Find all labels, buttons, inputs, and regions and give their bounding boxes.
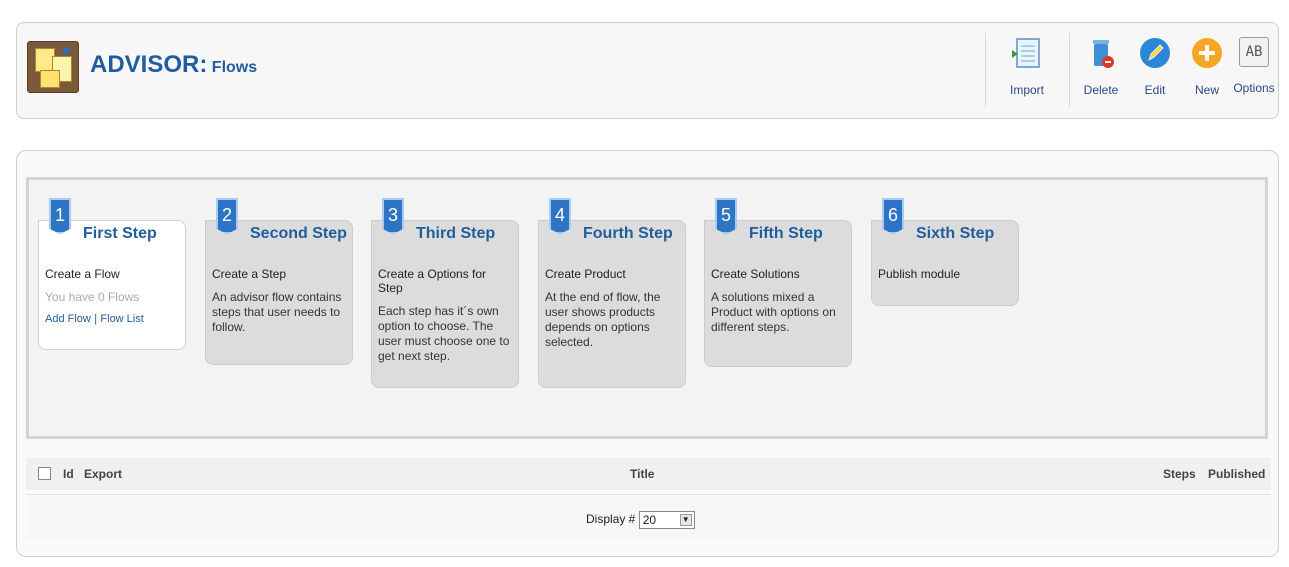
options-icon: AB bbox=[1239, 37, 1269, 67]
options-label: Options bbox=[1233, 81, 1275, 95]
step-number-badge: 5 bbox=[715, 198, 737, 234]
pagination-footer: Display # 20 ▼ bbox=[26, 494, 1271, 541]
import-button[interactable]: Import bbox=[1002, 37, 1052, 107]
step-number-badge: 2 bbox=[216, 198, 238, 234]
select-all-checkbox[interactable] bbox=[38, 467, 51, 480]
flow-list-link[interactable]: Flow List bbox=[100, 313, 143, 325]
step-title: Fifth Step bbox=[749, 225, 823, 242]
step-title: Sixth Step bbox=[916, 225, 995, 242]
step-title: Second Step bbox=[250, 225, 347, 242]
step-card-5: 5 Fifth Step Create Solutions A solution… bbox=[704, 198, 852, 367]
step-number-badge: 1 bbox=[49, 198, 71, 234]
step-card-2: 2 Second Step Create a Step An advisor f… bbox=[205, 198, 353, 365]
toolbar-separator bbox=[985, 33, 986, 107]
options-button[interactable]: AB Options bbox=[1229, 37, 1279, 107]
new-label: New bbox=[1194, 83, 1219, 97]
step-card-4: 4 Fourth Step Create Product At the end … bbox=[538, 198, 686, 388]
edit-button[interactable]: Edit bbox=[1130, 37, 1180, 107]
delete-button[interactable]: Delete bbox=[1076, 37, 1126, 107]
step-title: Third Step bbox=[416, 225, 496, 242]
step-subtitle: Create a Step bbox=[212, 267, 287, 281]
step-description: Each step has it´s own option to choose.… bbox=[378, 304, 510, 363]
page-title: ADVISOR: Flows bbox=[90, 51, 257, 79]
step-subtitle: Create Solutions bbox=[711, 267, 800, 281]
step-title: First Step bbox=[83, 225, 157, 242]
display-label: Display # bbox=[586, 512, 636, 527]
edit-label: Edit bbox=[1144, 83, 1166, 97]
import-icon bbox=[1012, 38, 1040, 68]
step-title: Fourth Step bbox=[583, 225, 673, 242]
display-count-select[interactable]: 20 ▼ bbox=[638, 511, 695, 529]
new-button[interactable]: New bbox=[1182, 37, 1232, 107]
step-card-1: 1 First Step Create a Flow You have 0 Fl… bbox=[38, 198, 186, 350]
flow-count-text: You have 0 Flows bbox=[45, 290, 140, 304]
advisor-logo-icon bbox=[27, 41, 79, 93]
step-number-badge: 3 bbox=[382, 198, 404, 234]
add-flow-link[interactable]: Add Flow bbox=[45, 313, 91, 325]
column-steps[interactable]: Steps bbox=[1163, 467, 1196, 481]
trash-icon bbox=[1093, 40, 1114, 68]
column-export[interactable]: Export bbox=[84, 467, 122, 481]
step-subtitle: Create Product bbox=[545, 267, 626, 281]
column-title[interactable]: Title bbox=[630, 467, 654, 481]
table-header: Id Export Title Steps Published bbox=[26, 458, 1271, 490]
toolbar-header: ADVISOR: Flows Import Delete Edit New AB… bbox=[16, 22, 1279, 119]
link-separator: | bbox=[94, 313, 98, 325]
step-links: Add Flow | Flow List bbox=[45, 311, 179, 327]
step-number-badge: 6 bbox=[882, 198, 904, 234]
step-card-3: 3 Third Step Create a Options for Step E… bbox=[371, 198, 519, 388]
steps-panel: 1 First Step Create a Flow You have 0 Fl… bbox=[26, 177, 1268, 439]
import-label: Import bbox=[1009, 83, 1044, 97]
step-card-6: 6 Sixth Step Publish module bbox=[871, 198, 1019, 306]
step-number-badge: 4 bbox=[549, 198, 571, 234]
chevron-down-icon: ▼ bbox=[679, 514, 692, 526]
step-description: A solutions mixed a Product with options… bbox=[711, 290, 836, 334]
display-count-value: 20 bbox=[642, 513, 657, 527]
toolbar-separator bbox=[1069, 33, 1070, 107]
pencil-icon bbox=[1140, 38, 1170, 68]
delete-label: Delete bbox=[1083, 83, 1119, 97]
page-title-main: ADVISOR: bbox=[90, 51, 208, 78]
display-count: Display # 20 ▼ bbox=[586, 511, 695, 529]
step-description: At the end of flow, the user shows produ… bbox=[545, 290, 661, 349]
plus-icon bbox=[1192, 38, 1222, 68]
column-published[interactable]: Published bbox=[1208, 467, 1265, 481]
column-id[interactable]: Id bbox=[63, 467, 74, 481]
main-panel: 1 First Step Create a Flow You have 0 Fl… bbox=[16, 150, 1279, 557]
page-title-sub: Flows bbox=[211, 59, 258, 76]
step-description: An advisor flow contains steps that user… bbox=[212, 290, 342, 334]
step-subtitle: Publish module bbox=[878, 267, 961, 281]
step-subtitle: Create a Flow bbox=[45, 267, 120, 281]
step-subtitle: Create a Options for Step bbox=[378, 267, 487, 295]
